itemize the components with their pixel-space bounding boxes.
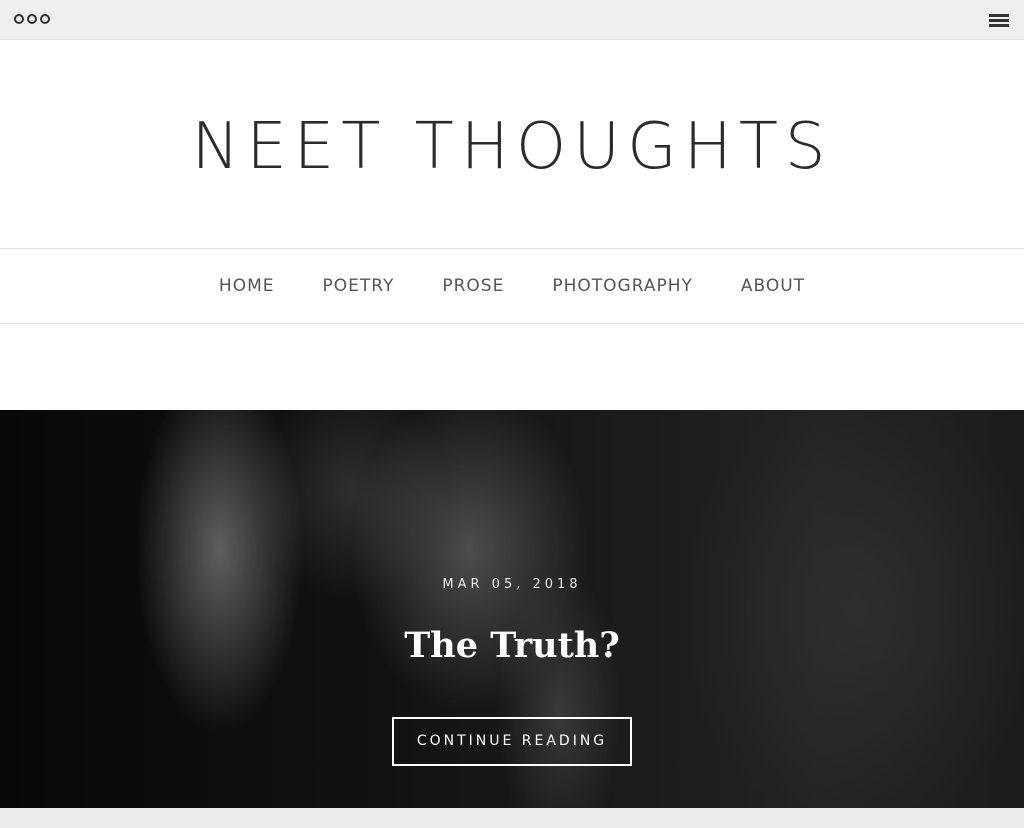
main-navigation: HOME POETRY PROSE PHOTOGRAPHY ABOUT — [0, 248, 1024, 324]
nav-item-home[interactable]: HOME — [219, 276, 275, 296]
nav-item-prose[interactable]: PROSE — [442, 276, 504, 296]
more-dots-icon[interactable] — [14, 14, 50, 24]
dot-shape — [14, 14, 24, 24]
hamburger-menu-icon[interactable] — [989, 14, 1009, 27]
post-date: MAR 05, 2018 — [442, 577, 582, 592]
continue-reading-button[interactable]: CONTINUE READING — [392, 717, 632, 766]
site-title[interactable]: NEET THOUGHTS — [0, 108, 1024, 186]
bottom-divider — [0, 808, 1024, 828]
top-toolbar — [0, 0, 1024, 40]
nav-item-about[interactable]: ABOUT — [741, 276, 805, 296]
featured-post-hero: MAR 05, 2018 The Truth? CONTINUE READING — [0, 410, 1024, 808]
dot-shape — [27, 14, 37, 24]
dot-shape — [40, 14, 50, 24]
nav-item-photography[interactable]: PHOTOGRAPHY — [552, 276, 693, 296]
nav-item-poetry[interactable]: POETRY — [322, 276, 394, 296]
post-title[interactable]: The Truth? — [0, 625, 1024, 666]
